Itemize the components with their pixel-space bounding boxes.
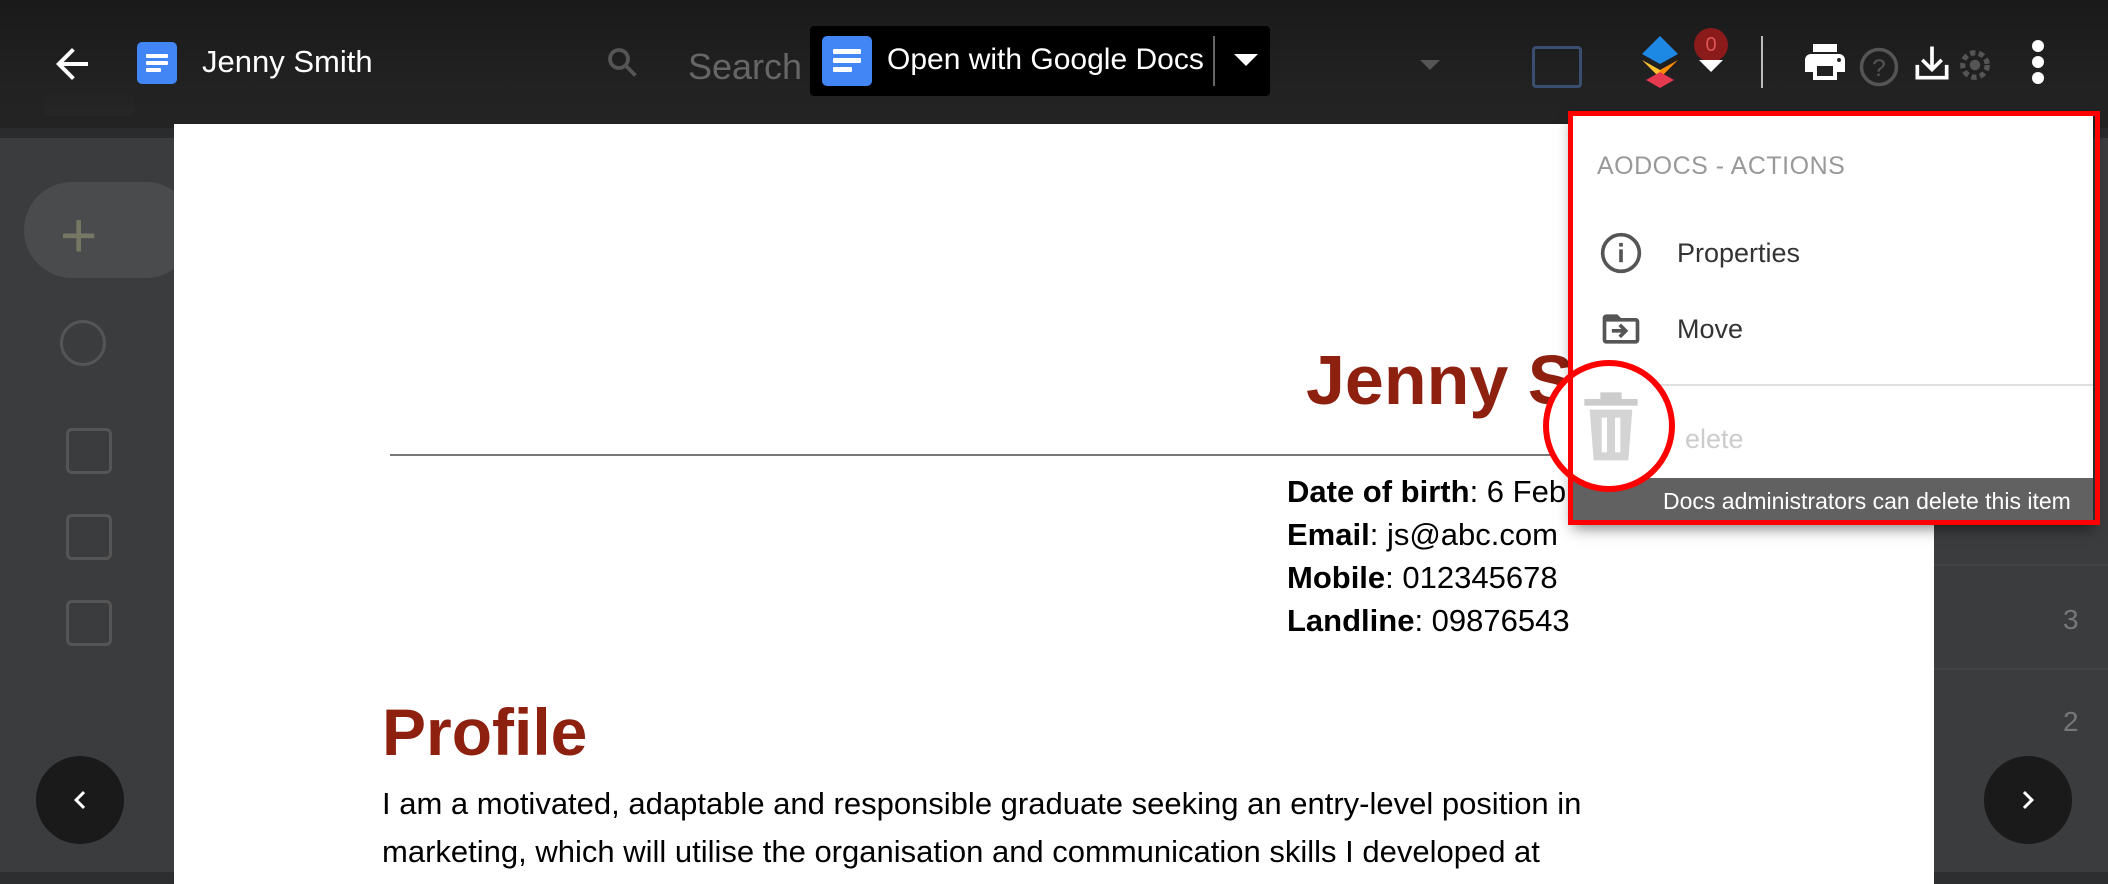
chevron-left-icon	[74, 791, 86, 809]
open-with-button[interactable]: Open with Google Docs	[810, 26, 1270, 96]
profile-line: marketing, which will utilise the organi…	[382, 834, 1540, 869]
profile-line: I am a motivated, adaptable and responsi…	[382, 786, 1582, 821]
back-arrow-icon[interactable]	[48, 40, 96, 88]
contact-mobile: Mobile: 012345678	[1287, 560, 1558, 595]
move-folder-icon	[1602, 314, 1640, 344]
chevron-down-icon	[1420, 60, 1440, 70]
info-icon	[1600, 232, 1642, 274]
previous-file-button[interactable]	[36, 756, 124, 844]
list-count: 2	[2063, 706, 2079, 737]
viewer-toolbar: Jenny Smith Search Open with Google Docs…	[0, 0, 2108, 128]
chevron-down-icon[interactable]	[1699, 60, 1723, 72]
svg-text:?: ?	[1872, 55, 1886, 82]
list-divider	[1934, 564, 2108, 566]
list-divider	[1934, 668, 2108, 670]
file-title: Jenny Smith	[202, 44, 373, 79]
more-vert-icon[interactable]	[2022, 38, 2054, 86]
list-count: 3	[2063, 604, 2079, 635]
menu-item-label: Move	[1677, 314, 1744, 344]
trash-highlight	[1543, 360, 1675, 492]
menu-item-properties[interactable]: Properties	[1573, 218, 2093, 288]
profile-heading: Profile	[382, 695, 588, 769]
drive-icon	[66, 514, 112, 560]
shared-drive-icon	[66, 600, 112, 646]
contact-dob: Date of birth: 6 Feb	[1287, 474, 1567, 509]
tooltip-text: Docs administrators can delete this item	[1663, 488, 2071, 514]
print-icon[interactable]	[1800, 38, 1850, 86]
search-icon	[608, 48, 637, 77]
trash-icon	[1584, 392, 1638, 461]
open-with-divider	[1213, 36, 1215, 86]
folder-search-icon	[1532, 46, 1582, 88]
google-docs-icon	[822, 36, 872, 86]
delete-tooltip: Docs administrators can delete this item	[1573, 478, 2093, 524]
contact-email: Email: js@abc.com	[1287, 517, 1558, 552]
search-placeholder: Search	[688, 46, 803, 87]
search-icon	[60, 320, 106, 366]
aodocs-logo-icon[interactable]	[1640, 36, 1680, 88]
contact-landline: Landline: 09876543	[1287, 603, 1570, 638]
resume-name: Jenny S	[1306, 341, 1575, 419]
chevron-down-icon[interactable]	[1234, 54, 1258, 66]
open-with-label: Open with Google Docs	[887, 43, 1204, 76]
chevron-right-icon	[2022, 791, 2034, 809]
tasks-icon	[66, 428, 112, 474]
google-docs-icon	[137, 42, 177, 84]
download-icon[interactable]	[1910, 40, 1954, 86]
notification-badge: 0	[1694, 28, 1728, 62]
help-icon: ?	[1859, 47, 1899, 87]
new-button: +	[24, 182, 194, 278]
menu-item-move[interactable]: Move	[1573, 294, 2093, 364]
next-file-button[interactable]	[1984, 756, 2072, 844]
toolbar-divider	[1761, 36, 1763, 88]
settings-icon	[1960, 50, 1990, 80]
horizontal-rule	[390, 454, 1690, 456]
menu-item-label: Properties	[1677, 238, 1801, 268]
menu-item-label: elete	[1685, 424, 1744, 454]
menu-header: AODOCS - ACTIONS	[1597, 152, 1846, 180]
